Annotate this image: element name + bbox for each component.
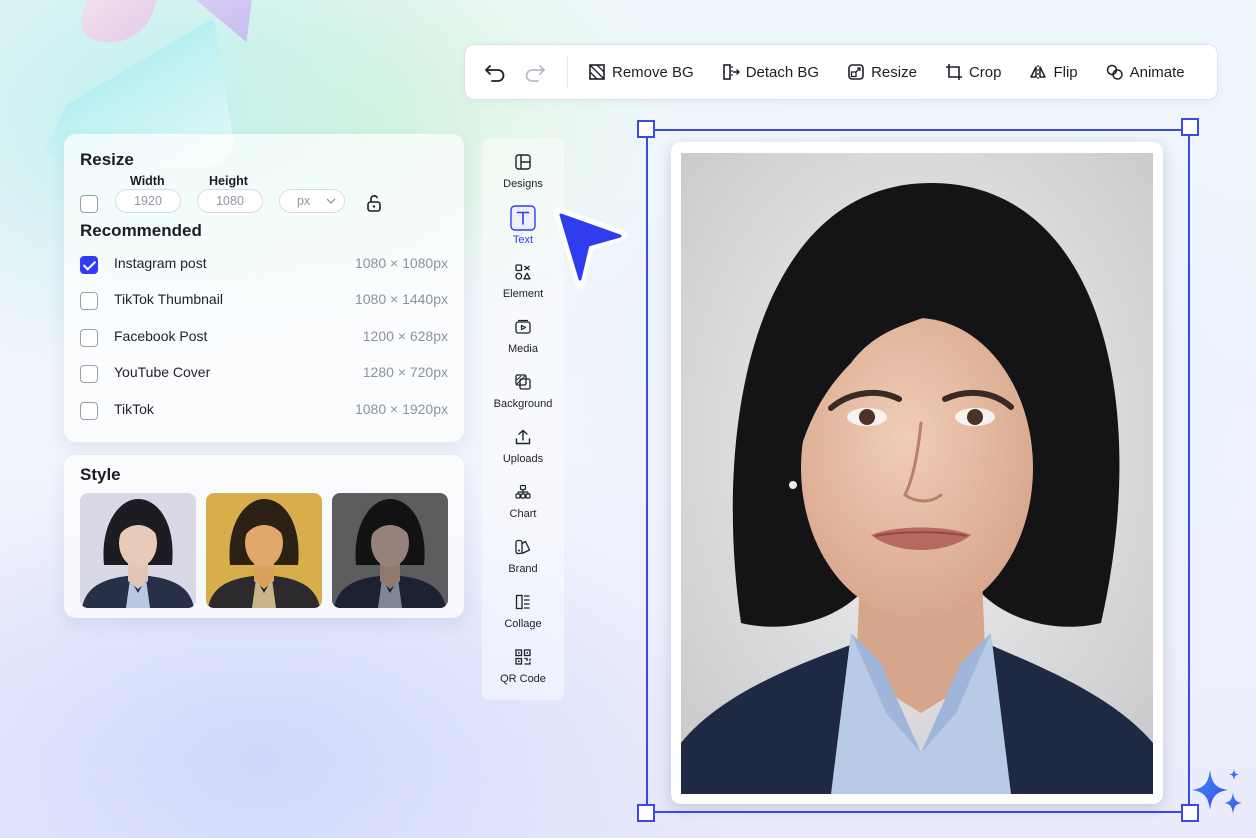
remove-bg-icon xyxy=(589,64,605,80)
nav-item-label: Chart xyxy=(509,508,537,520)
width-label: Width xyxy=(130,174,165,188)
style-panel-title: Style xyxy=(80,465,121,484)
recommended-item-tiktok[interactable]: TikTok 1080 × 1920px xyxy=(80,401,448,421)
flip-label: Flip xyxy=(1053,63,1078,81)
recommended-item-name: TikTok Thumbnail xyxy=(114,291,223,307)
animate-icon xyxy=(1106,64,1123,80)
instagram-post-checkbox[interactable] xyxy=(80,256,98,274)
recommended-item-size: 1280 × 720px xyxy=(362,364,448,380)
redo-button[interactable] xyxy=(523,60,547,84)
brand-icon xyxy=(515,539,531,555)
nav-item-label: Collage xyxy=(504,618,542,630)
nav-item-background[interactable]: Background xyxy=(482,374,564,424)
resize-icon xyxy=(848,64,864,80)
resize-handle-bottom-left[interactable] xyxy=(637,804,655,822)
uploads-icon xyxy=(515,429,531,445)
recommended-item-name: TikTok xyxy=(114,401,154,417)
background-icon xyxy=(515,374,531,390)
nav-item-chart[interactable]: Chart xyxy=(482,484,564,534)
resize-handle-top-left[interactable] xyxy=(637,120,655,138)
resize-panel: Resize Width Height 1920 1080 px Recomme… xyxy=(64,134,464,442)
nav-item-collage[interactable]: Collage xyxy=(482,594,564,644)
portrait-photo[interactable] xyxy=(681,153,1153,794)
nav-item-label: Brand xyxy=(508,563,538,575)
recommended-item-name: YouTube Cover xyxy=(114,364,211,380)
detach-bg-button[interactable]: Detach BG xyxy=(722,63,819,81)
toolbar-divider xyxy=(567,56,568,88)
designs-icon xyxy=(515,154,531,170)
recommended-item-tiktok-thumbnail[interactable]: TikTok Thumbnail 1080 × 1440px xyxy=(80,291,448,311)
unit-select-value: px xyxy=(297,194,311,208)
recommended-title: Recommended xyxy=(80,221,202,240)
resize-panel-title: Resize xyxy=(80,150,134,169)
style-thumbnail-golden[interactable] xyxy=(206,493,322,608)
facebook-post-checkbox[interactable] xyxy=(80,329,98,347)
recommended-item-name: Facebook Post xyxy=(114,328,208,344)
nav-item-label: Uploads xyxy=(502,453,544,465)
tiktok-checkbox[interactable] xyxy=(80,402,98,420)
qr-code-icon xyxy=(515,649,531,665)
nav-item-brand[interactable]: Brand xyxy=(482,539,564,589)
portrait-thumbnail-image xyxy=(332,493,448,608)
style-panel: Style xyxy=(64,455,464,618)
flip-icon xyxy=(1030,65,1047,79)
nav-item-label: QR Code xyxy=(500,673,546,685)
redo-icon xyxy=(525,65,545,82)
tiktok-thumbnail-checkbox[interactable] xyxy=(80,292,98,310)
nav-item-label: Media xyxy=(508,343,538,355)
style-thumbnail-dark[interactable] xyxy=(332,493,448,608)
undo-icon xyxy=(485,65,505,82)
decorative-pink-shape xyxy=(73,0,157,42)
custom-size-checkbox[interactable] xyxy=(80,195,98,213)
resize-handle-top-right[interactable] xyxy=(1181,118,1199,136)
nav-item-media[interactable]: Media xyxy=(482,319,564,369)
style-thumbnail-lavender[interactable] xyxy=(80,493,196,608)
recommended-item-size: 1200 × 628px xyxy=(362,328,448,344)
chart-icon xyxy=(515,484,531,499)
remove-bg-label: Remove BG xyxy=(612,63,694,81)
recommended-item-size: 1080 × 1440px xyxy=(354,291,448,307)
flip-button[interactable]: Flip xyxy=(1029,63,1078,81)
nav-item-label: Background xyxy=(493,398,553,410)
nav-item-qr-code[interactable]: QR Code xyxy=(482,649,564,699)
youtube-cover-checkbox[interactable] xyxy=(80,365,98,383)
recommended-item-name: Instagram post xyxy=(114,255,207,271)
recommended-item-youtube-cover[interactable]: YouTube Cover 1280 × 720px xyxy=(80,364,448,384)
recommended-item-size: 1080 × 1080px xyxy=(354,255,448,271)
image-toolbar: Remove BG Detach BG Resize Crop Flip Ani… xyxy=(464,44,1218,100)
recommended-item-instagram-post[interactable]: Instagram post 1080 × 1080px xyxy=(80,255,448,275)
undo-button[interactable] xyxy=(483,60,507,84)
height-input[interactable]: 1080 xyxy=(197,189,263,213)
portrait-thumbnail-image xyxy=(206,493,322,608)
text-icon xyxy=(510,205,536,231)
nav-item-designs[interactable]: Designs xyxy=(482,154,564,204)
unit-select[interactable]: px xyxy=(279,189,345,213)
animate-button[interactable]: Animate xyxy=(1106,63,1185,81)
sparkle-icon xyxy=(1192,769,1242,814)
crop-button[interactable]: Crop xyxy=(945,63,1002,81)
cursor-pointer-icon xyxy=(554,207,628,289)
unlock-icon[interactable] xyxy=(364,193,384,213)
width-input[interactable]: 1920 xyxy=(115,189,181,213)
resize-label: Resize xyxy=(871,63,917,81)
detach-bg-label: Detach BG xyxy=(745,63,820,81)
remove-bg-button[interactable]: Remove BG xyxy=(588,63,694,81)
media-icon xyxy=(515,319,531,334)
crop-label: Crop xyxy=(968,63,1002,81)
detach-bg-icon xyxy=(722,64,740,80)
nav-item-label: Designs xyxy=(503,178,543,190)
recommended-item-facebook-post[interactable]: Facebook Post 1200 × 628px xyxy=(80,328,448,348)
element-icon xyxy=(515,264,531,280)
recommended-item-size: 1080 × 1920px xyxy=(354,401,448,417)
height-label: Height xyxy=(209,174,248,188)
animate-label: Animate xyxy=(1129,63,1185,81)
portrait-image xyxy=(681,153,1153,794)
portrait-thumbnail-image xyxy=(80,493,196,608)
crop-icon xyxy=(945,64,962,80)
chevron-down-icon xyxy=(326,198,336,204)
nav-item-uploads[interactable]: Uploads xyxy=(482,429,564,479)
resize-button[interactable]: Resize xyxy=(847,63,917,81)
collage-icon xyxy=(515,594,530,610)
